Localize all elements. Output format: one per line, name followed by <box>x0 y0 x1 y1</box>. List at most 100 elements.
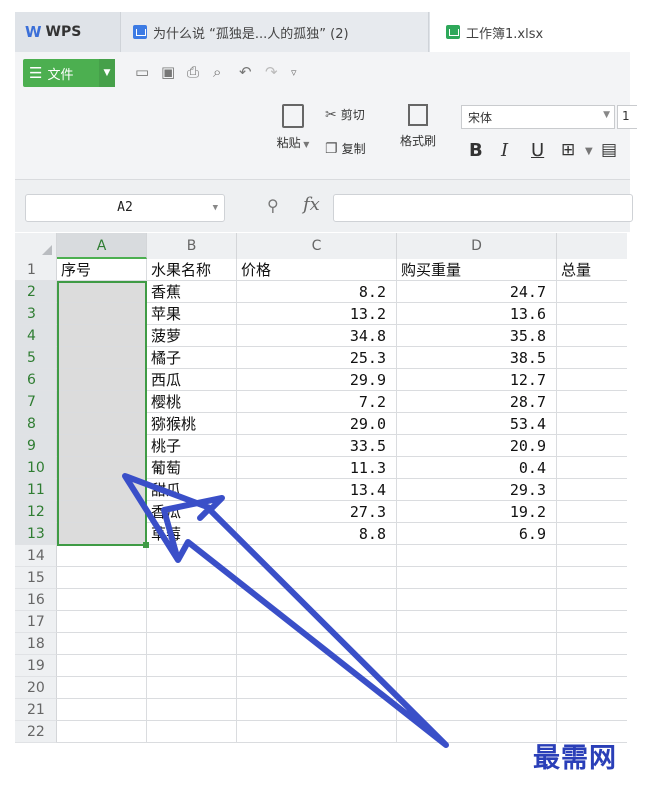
cell-d19[interactable] <box>397 655 557 677</box>
cell-d17[interactable] <box>397 611 557 633</box>
row-header[interactable]: 10 <box>15 457 57 479</box>
undo-icon[interactable]: ↶ <box>239 63 252 81</box>
cell-c3[interactable]: 13.2 <box>237 303 397 325</box>
cell-e5[interactable] <box>557 347 627 369</box>
cell-d9[interactable]: 20.9 <box>397 435 557 457</box>
tab-wps-home[interactable]: W WPS <box>15 12 119 52</box>
cell-b22[interactable] <box>147 721 237 743</box>
cell-d2[interactable]: 24.7 <box>397 281 557 303</box>
cell-a2[interactable] <box>57 281 147 303</box>
print-preview-icon[interactable]: ⌕ <box>213 63 221 81</box>
cell-c19[interactable] <box>237 655 397 677</box>
cell-d21[interactable] <box>397 699 557 721</box>
cell-c7[interactable]: 7.2 <box>237 391 397 413</box>
column-header-e[interactable] <box>557 233 627 259</box>
cell-a17[interactable] <box>57 611 147 633</box>
cell-b21[interactable] <box>147 699 237 721</box>
cell-c12[interactable]: 27.3 <box>237 501 397 523</box>
cell-a19[interactable] <box>57 655 147 677</box>
cell-a13[interactable] <box>57 523 147 545</box>
file-menu-button[interactable]: ☰ 文件 ▼ <box>23 59 115 87</box>
column-header-c[interactable]: C <box>237 233 397 259</box>
cell-e16[interactable] <box>557 589 627 611</box>
cell-d5[interactable]: 38.5 <box>397 347 557 369</box>
cell-d8[interactable]: 53.4 <box>397 413 557 435</box>
font-size-select[interactable]: 1 <box>617 105 637 129</box>
cell-e20[interactable] <box>557 677 627 699</box>
cell-a7[interactable] <box>57 391 147 413</box>
formula-input[interactable] <box>333 194 633 222</box>
cell-c2[interactable]: 8.2 <box>237 281 397 303</box>
row-header[interactable]: 21 <box>15 699 57 721</box>
row-header[interactable]: 5 <box>15 347 57 369</box>
font-name-select[interactable]: 宋体 ▼ <box>461 105 615 129</box>
cell-c8[interactable]: 29.0 <box>237 413 397 435</box>
cell-b2[interactable]: 香蕉 <box>147 281 237 303</box>
cell-e15[interactable] <box>557 567 627 589</box>
cell-b19[interactable] <box>147 655 237 677</box>
bold-button[interactable]: B <box>469 140 483 161</box>
cell-b17[interactable] <box>147 611 237 633</box>
fill-color-icon[interactable]: ▤ <box>601 140 617 160</box>
cell-a6[interactable] <box>57 369 147 391</box>
tab-workbook[interactable]: 工作簿1.xlsx <box>430 12 630 52</box>
cell-b9[interactable]: 桃子 <box>147 435 237 457</box>
cell-b18[interactable] <box>147 633 237 655</box>
cell-b10[interactable]: 葡萄 <box>147 457 237 479</box>
cell-d11[interactable]: 29.3 <box>397 479 557 501</box>
print-icon[interactable]: ⎙ <box>187 63 199 81</box>
cell-c18[interactable] <box>237 633 397 655</box>
cell-c20[interactable] <box>237 677 397 699</box>
cell-a15[interactable] <box>57 567 147 589</box>
cut-button[interactable]: ✂ 剪切 <box>325 106 365 123</box>
row-header[interactable]: 3 <box>15 303 57 325</box>
row-header[interactable]: 9 <box>15 435 57 457</box>
cell-b15[interactable] <box>147 567 237 589</box>
cell-c9[interactable]: 33.5 <box>237 435 397 457</box>
tab-document[interactable]: 为什么说 “孤独是...人的孤独” (2) <box>120 12 429 52</box>
cell-c15[interactable] <box>237 567 397 589</box>
cell-b16[interactable] <box>147 589 237 611</box>
cell-b11[interactable]: 甜瓜 <box>147 479 237 501</box>
row-header[interactable]: 15 <box>15 567 57 589</box>
cell-b13[interactable]: 草莓 <box>147 523 237 545</box>
cell-c21[interactable] <box>237 699 397 721</box>
cell-d3[interactable]: 13.6 <box>397 303 557 325</box>
cell-e9[interactable] <box>557 435 627 457</box>
cell-e1[interactable]: 总量 <box>557 259 627 281</box>
cell-b1[interactable]: 水果名称 <box>147 259 237 281</box>
cell-c22[interactable] <box>237 721 397 743</box>
customize-icon[interactable]: ▿ <box>291 66 297 79</box>
fx-icon[interactable]: fx <box>303 194 320 215</box>
column-header-b[interactable]: B <box>147 233 237 259</box>
cell-c11[interactable]: 13.4 <box>237 479 397 501</box>
cell-e11[interactable] <box>557 479 627 501</box>
cell-c13[interactable]: 8.8 <box>237 523 397 545</box>
cell-a14[interactable] <box>57 545 147 567</box>
cell-d6[interactable]: 12.7 <box>397 369 557 391</box>
cell-c17[interactable] <box>237 611 397 633</box>
cell-b20[interactable] <box>147 677 237 699</box>
cell-e2[interactable] <box>557 281 627 303</box>
cell-d15[interactable] <box>397 567 557 589</box>
cell-a20[interactable] <box>57 677 147 699</box>
cell-d20[interactable] <box>397 677 557 699</box>
row-header[interactable]: 20 <box>15 677 57 699</box>
cell-b3[interactable]: 苹果 <box>147 303 237 325</box>
cell-a1[interactable]: 序号 <box>57 259 147 281</box>
cell-a10[interactable] <box>57 457 147 479</box>
cell-a11[interactable] <box>57 479 147 501</box>
cell-b12[interactable]: 香瓜 <box>147 501 237 523</box>
cell-e6[interactable] <box>557 369 627 391</box>
cell-c14[interactable] <box>237 545 397 567</box>
cell-c4[interactable]: 34.8 <box>237 325 397 347</box>
cell-a18[interactable] <box>57 633 147 655</box>
redo-icon[interactable]: ↷ <box>265 63 278 81</box>
chevron-down-icon[interactable]: ▼ <box>99 59 115 87</box>
cell-b14[interactable] <box>147 545 237 567</box>
column-header-a[interactable]: A <box>57 233 147 259</box>
cell-d13[interactable]: 6.9 <box>397 523 557 545</box>
cell-b5[interactable]: 橘子 <box>147 347 237 369</box>
name-box[interactable]: A2 ▼ <box>25 194 225 222</box>
row-header[interactable]: 6 <box>15 369 57 391</box>
